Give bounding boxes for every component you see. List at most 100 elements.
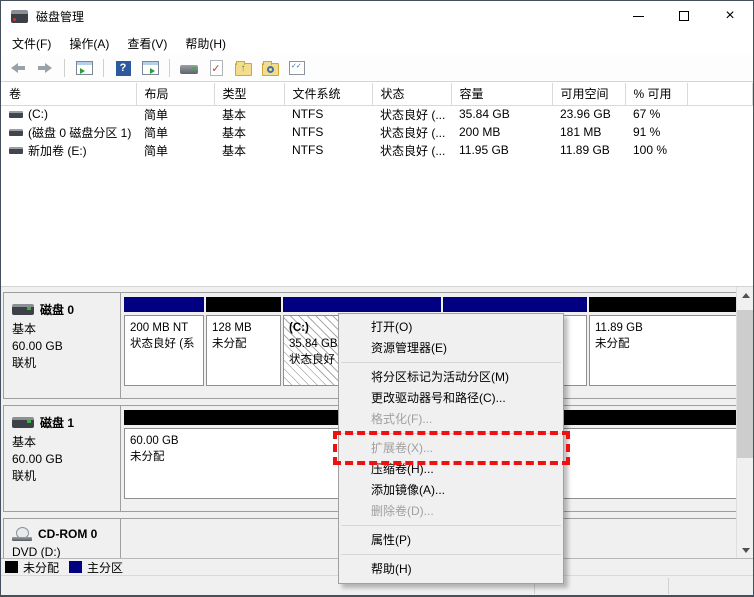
partition-block[interactable]: 200 MB NT状态良好 (系 (124, 297, 204, 386)
column-header[interactable]: 文件系统 (284, 83, 372, 105)
folder-export-button[interactable]: ↑ (232, 58, 254, 79)
context-menu-item[interactable]: 将分区标记为活动分区(M) (339, 367, 563, 388)
scroll-up-icon (742, 293, 750, 298)
partition-text-line: 128 MB (212, 320, 275, 336)
folder-export-icon: ↑ (235, 63, 252, 76)
column-header[interactable] (687, 83, 753, 105)
partition-type-bar (443, 297, 587, 312)
disk-label[interactable]: 磁盘 1 基本60.00 GB联机 (4, 406, 121, 511)
menu-item-3[interactable]: 查看(V) (118, 32, 176, 55)
disk-sub-line: 60.00 GB (12, 451, 114, 468)
volume-name-cell: (磁盘 0 磁盘分区 1) (1, 123, 136, 141)
close-icon: × (725, 8, 734, 24)
task-list-button[interactable] (286, 58, 308, 79)
menu-separator (341, 525, 561, 526)
legend-item: 主分区 (69, 559, 123, 576)
volume-capacity-cell: 35.84 GB (451, 105, 552, 123)
legend-label: 主分区 (87, 559, 123, 576)
column-header[interactable]: % 可用 (625, 83, 687, 105)
context-menu-item[interactable]: 添加镜像(A)... (339, 480, 563, 501)
partition-block[interactable]: 11.89 GB未分配 (589, 297, 738, 386)
menu-item-4[interactable]: 帮助(H) (176, 32, 235, 55)
column-header[interactable]: 类型 (214, 83, 284, 105)
toolbar-separator (103, 59, 104, 77)
scroll-down-button[interactable] (737, 542, 753, 558)
menu-item-1[interactable]: 文件(F) (3, 32, 60, 55)
folder-search-icon (262, 63, 279, 76)
vertical-scrollbar[interactable] (736, 287, 753, 558)
column-header[interactable]: 布局 (136, 83, 214, 105)
scroll-up-button[interactable] (737, 287, 753, 304)
context-menu-item[interactable]: 帮助(H) (339, 559, 563, 580)
context-menu-item[interactable]: 打开(O) (339, 317, 563, 338)
volume-pct-cell: 91 % (625, 123, 687, 141)
volume-status-cell: 状态良好 (... (372, 123, 451, 141)
volume-list-pane: 卷布局类型文件系统状态容量可用空间% 可用 (C:) 简单基本NTFS状态良好 (… (1, 83, 753, 286)
volume-free-cell: 23.96 GB (552, 105, 625, 123)
volume-name-cell: (C:) (1, 105, 136, 123)
minimize-button[interactable] (615, 1, 661, 31)
help-button[interactable]: ? (112, 58, 134, 79)
legend-item: 未分配 (5, 559, 59, 576)
partition-box[interactable]: 128 MB未分配 (206, 315, 281, 386)
volume-row[interactable]: (磁盘 0 磁盘分区 1)简单基本NTFS状态良好 (...200 MB181 … (1, 123, 753, 141)
legend-label: 未分配 (23, 559, 59, 576)
column-header[interactable]: 卷 (1, 83, 136, 105)
help-icon: ? (116, 61, 131, 76)
volume-type-cell: 基本 (214, 123, 284, 141)
menu-item-2[interactable]: 操作(A) (60, 32, 118, 55)
close-button[interactable]: × (707, 1, 753, 31)
volume-fs-cell: NTFS (284, 105, 372, 123)
toolbar-separator (64, 59, 65, 77)
volume-name: (C:) (28, 107, 48, 121)
volume-layout-cell: 简单 (136, 123, 214, 141)
volume-fs-cell: NTFS (284, 123, 372, 141)
volume-layout-cell: 简单 (136, 105, 214, 123)
console-tree-button[interactable] (73, 58, 95, 79)
partition-text-line: 11.89 GB (595, 320, 732, 336)
maximize-button[interactable] (661, 1, 707, 31)
app-disk-icon (11, 10, 28, 23)
folder-search-button[interactable] (259, 58, 281, 79)
partition-box[interactable]: 11.89 GB未分配 (589, 315, 738, 386)
volume-row[interactable]: 新加卷 (E:)简单基本NTFS状态良好 (...11.95 GB11.89 G… (1, 141, 753, 159)
disk-label[interactable]: CD-ROM 0DVD (D:) (4, 519, 121, 558)
menu-bar: 文件(F)操作(A)查看(V)帮助(H) (1, 31, 753, 55)
status-divider (668, 578, 669, 594)
volume-status-cell: 状态良好 (... (372, 105, 451, 123)
partition-text-line: 200 MB NT (130, 320, 198, 336)
partition-block[interactable]: 128 MB未分配 (206, 297, 281, 386)
maximize-icon (679, 11, 689, 21)
window-title: 磁盘管理 (36, 8, 84, 25)
partition-box[interactable]: 200 MB NT状态良好 (系 (124, 315, 204, 386)
scrollbar-thumb[interactable] (737, 310, 753, 458)
disk-device-button[interactable] (178, 58, 200, 79)
context-menu-item[interactable]: 属性(P) (339, 530, 563, 551)
volume-row[interactable]: (C:)简单基本NTFS状态良好 (...35.84 GB23.96 GB67 … (1, 105, 753, 123)
legend-swatch (69, 561, 82, 573)
disk-label[interactable]: 磁盘 0基本60.00 GB联机 (4, 293, 121, 398)
partition-type-bar (124, 297, 204, 312)
disk-device-icon (180, 65, 198, 74)
column-header[interactable]: 容量 (451, 83, 552, 105)
minimize-icon (633, 16, 644, 17)
action-pane-icon (142, 61, 159, 75)
disk-sub-line: 基本 (12, 434, 114, 451)
action-pane-button[interactable] (139, 58, 161, 79)
disk-name: 磁盘 0 (40, 301, 74, 318)
back-button[interactable] (7, 58, 29, 79)
context-menu-item[interactable]: 资源管理器(E) (339, 338, 563, 359)
disk-sub-line: 联机 (12, 468, 114, 485)
disk-management-window: 磁盘管理 × 文件(F)操作(A)查看(V)帮助(H) ? ✓ ↑ (0, 0, 754, 597)
column-header[interactable]: 可用空间 (552, 83, 625, 105)
volume-status-cell: 状态良好 (... (372, 141, 451, 159)
disk-name: 磁盘 1 (40, 414, 74, 431)
disk-icon (12, 304, 34, 315)
forward-button[interactable] (34, 58, 56, 79)
menu-separator (341, 554, 561, 555)
column-header[interactable]: 状态 (372, 83, 451, 105)
volume-pct-cell: 100 % (625, 141, 687, 159)
check-disk-button[interactable]: ✓ (205, 58, 227, 79)
context-menu-item[interactable]: 更改驱动器号和路径(C)... (339, 388, 563, 409)
volume-capacity-cell: 200 MB (451, 123, 552, 141)
